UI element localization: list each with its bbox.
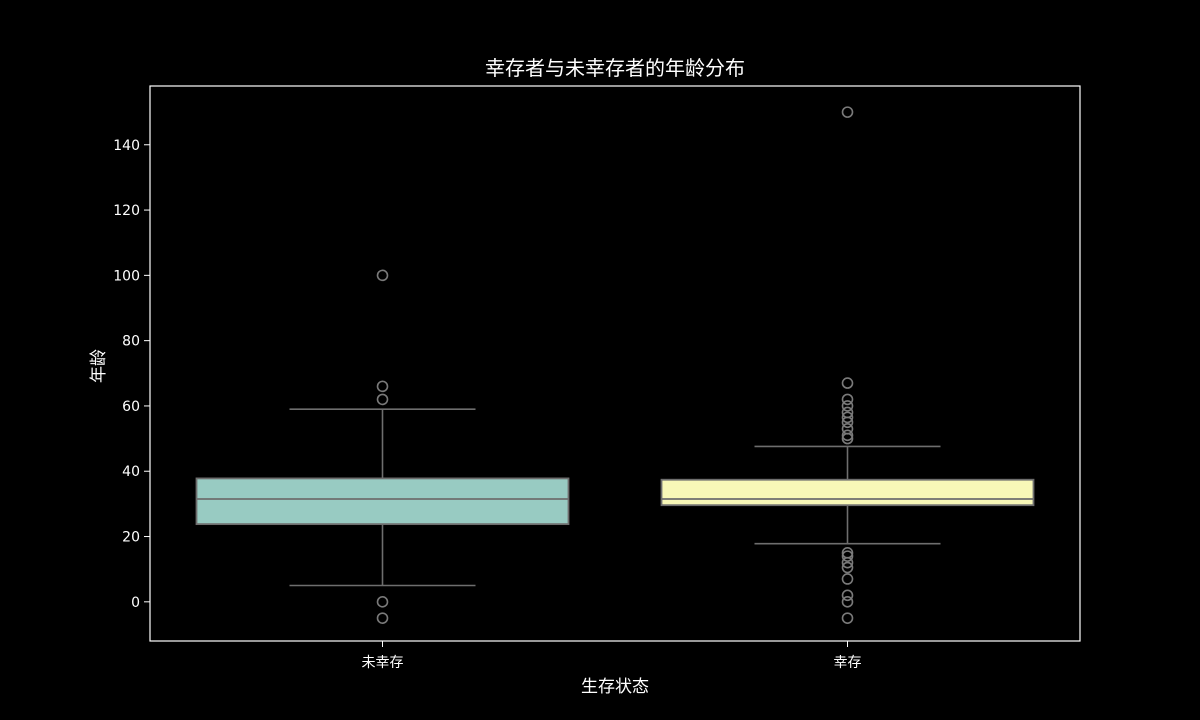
y-tick-label: 60 bbox=[122, 399, 140, 415]
box-series-group bbox=[195, 106, 1035, 624]
outlier-point bbox=[841, 596, 854, 608]
y-axis: 0 20 40 60 80 100 120 140 bbox=[113, 138, 150, 611]
outlier-point bbox=[376, 596, 389, 608]
x-tick-label: 未幸存 bbox=[362, 655, 404, 671]
x-axis-label: 生存状态 bbox=[581, 677, 649, 697]
iqr-box bbox=[660, 478, 1035, 507]
plot-area-frame bbox=[149, 85, 1081, 642]
outlier-point bbox=[376, 380, 389, 393]
x-tick-label: 幸存 bbox=[834, 655, 862, 671]
iqr-box bbox=[195, 477, 570, 526]
y-tick-label: 20 bbox=[122, 530, 140, 546]
y-tick-label: 80 bbox=[122, 334, 140, 350]
outlier-point bbox=[841, 106, 854, 118]
y-tick-label: 140 bbox=[113, 138, 140, 154]
y-axis-label: 年龄 bbox=[89, 349, 109, 383]
box-plot-chart: 幸存者与未幸存者的年龄分布 0 20 40 60 80 100 120 140 未幸存 幸存 生… bbox=[89, 56, 1081, 697]
y-tick-label: 40 bbox=[122, 464, 140, 480]
outlier-point bbox=[841, 377, 854, 389]
outlier-point bbox=[841, 612, 854, 624]
outlier-point bbox=[841, 573, 854, 585]
y-tick-label: 0 bbox=[131, 595, 140, 611]
box-group bbox=[195, 269, 570, 624]
outlier-point bbox=[376, 612, 389, 624]
y-tick-label: 100 bbox=[113, 268, 140, 284]
outlier-point bbox=[376, 269, 389, 282]
y-tick-label: 120 bbox=[113, 203, 140, 219]
x-axis: 未幸存 幸存 bbox=[362, 641, 862, 671]
box-group bbox=[660, 106, 1035, 624]
outlier-point bbox=[376, 393, 389, 406]
chart-title: 幸存者与未幸存者的年龄分布 bbox=[485, 56, 745, 80]
